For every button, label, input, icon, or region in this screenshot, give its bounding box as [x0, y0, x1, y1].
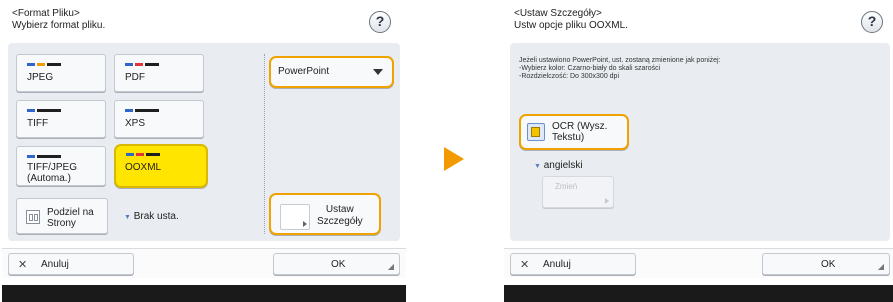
format-jpeg-button[interactable]: JPEG — [16, 54, 106, 92]
corner-icon: ◢ — [877, 262, 884, 271]
close-icon: ✕ — [18, 259, 28, 271]
details-icon — [280, 204, 310, 230]
next-step-arrow-icon — [444, 147, 464, 171]
format-tiff-button[interactable]: TIFF — [16, 100, 106, 138]
change-language-button[interactable]: Zmień — [542, 176, 614, 208]
format-xps-button[interactable]: XPS — [114, 100, 204, 138]
corner-icon: ◢ — [387, 262, 394, 271]
info-text: Jeżeli ustawiono PowerPoint, ust. zostan… — [519, 57, 721, 80]
set-details-panel: <Ustaw Szczegóły> Ustw opcje pliku OOXML… — [504, 0, 893, 302]
format-color-bar — [125, 63, 159, 66]
file-format-panel: <Format Pliku> Wybierz format pliku. ? J… — [2, 0, 406, 302]
split-pages-button[interactable]: Podziel na Strony — [16, 198, 108, 234]
format-label: XPS — [125, 118, 146, 129]
format-label: TIFF — [27, 118, 49, 129]
chevron-right-icon — [605, 198, 609, 204]
status-bar — [2, 285, 406, 302]
bullet-icon: ▼ — [124, 214, 131, 221]
bottom-bar: ✕ Anuluj OK ◢ — [504, 248, 893, 278]
ocr-toggle-button[interactable]: OCR (Wysz. Tekstu) — [519, 114, 629, 150]
ocr-label: OCR (Wysz. Tekstu) — [552, 121, 608, 143]
chevron-down-icon — [373, 69, 383, 75]
page-title: <Ustaw Szczegóły> Ustw opcje pliku OOXML… — [514, 8, 628, 31]
ocr-icon — [527, 123, 545, 141]
status-bar — [504, 285, 893, 302]
bottom-bar: ✕ Anuluj OK ◢ — [2, 248, 406, 278]
details-label: Ustaw Szczegóły — [317, 204, 363, 227]
format-area: JPEG PDF TIFF XPS TIFF/JPEG (Automa.) OO… — [8, 43, 400, 241]
details-area: Jeżeli ustawiono PowerPoint, ust. zostan… — [510, 43, 890, 241]
ok-button[interactable]: OK ◢ — [273, 253, 400, 275]
format-color-bar — [125, 109, 159, 112]
close-icon: ✕ — [520, 259, 530, 271]
format-pdf-button[interactable]: PDF — [114, 54, 204, 92]
help-button[interactable]: ? — [369, 11, 391, 33]
split-pages-label: Podziel na Strony — [47, 207, 94, 229]
file-type-dropdown[interactable]: PowerPoint — [269, 56, 394, 88]
cancel-button[interactable]: ✕ Anuluj — [510, 253, 636, 275]
split-pages-value: ▼ Brak usta. — [124, 211, 179, 222]
format-color-bar — [27, 63, 61, 66]
format-ooxml-button[interactable]: OOXML — [114, 144, 208, 188]
format-label: JPEG — [27, 72, 54, 83]
format-color-bar — [27, 155, 61, 158]
format-tiff-jpeg-button[interactable]: TIFF/JPEG (Automa.) — [16, 146, 106, 186]
cancel-button[interactable]: ✕ Anuluj — [8, 253, 134, 275]
format-label: TIFF/JPEG (Automa.) — [27, 162, 77, 184]
format-color-bar — [27, 109, 61, 112]
bullet-icon: ▼ — [534, 163, 541, 170]
format-label: PDF — [125, 72, 145, 83]
separator — [264, 54, 265, 234]
ocr-language-value: ▼ angielski — [534, 160, 583, 171]
set-details-button[interactable]: Ustaw Szczegóły — [269, 193, 381, 235]
page-title: <Format Pliku> Wybierz format pliku. — [12, 8, 106, 31]
help-button[interactable]: ? — [861, 11, 883, 33]
ok-button[interactable]: OK ◢ — [762, 253, 890, 275]
split-pages-icon — [26, 210, 40, 224]
format-label: OOXML — [125, 162, 162, 173]
format-color-bar — [126, 153, 160, 156]
